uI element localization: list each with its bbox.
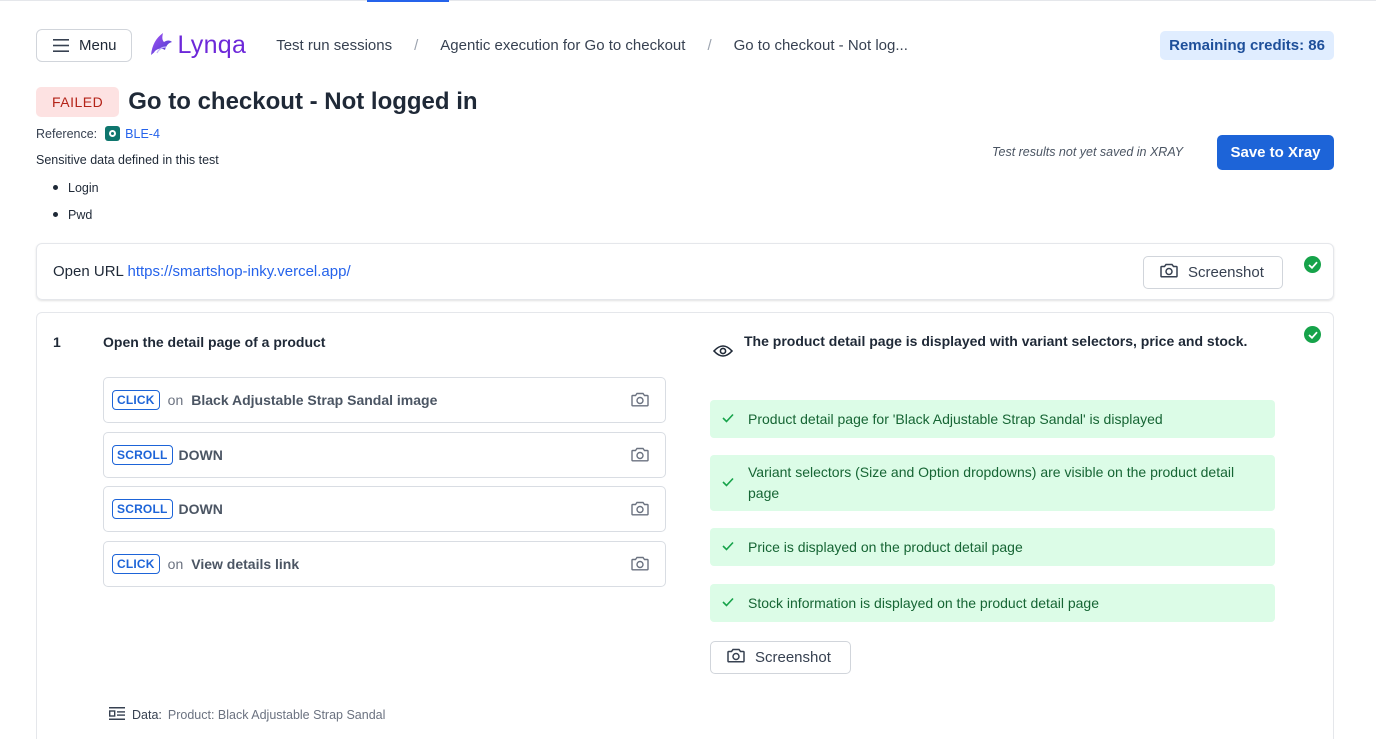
action-target: View details link (191, 556, 300, 572)
assertion-text: Price is displayed on the product detail… (748, 538, 1023, 555)
bullet-icon (53, 185, 58, 190)
camera-icon (1160, 263, 1178, 282)
sensitive-item: Login (68, 180, 99, 195)
camera-icon (727, 648, 745, 667)
list-item: Login (53, 174, 99, 201)
logo[interactable]: Lynqa (148, 29, 247, 62)
data-list-icon (108, 706, 126, 724)
hamburger-icon (53, 38, 69, 52)
checkmark-icon (722, 538, 734, 556)
step-data-row: Data: Product: Black Adjustable Strap Sa… (108, 706, 385, 724)
xray-note: Test results not yet saved in XRAY (992, 145, 1184, 159)
assertion-text: Stock information is displayed on the pr… (748, 594, 1099, 611)
step-card: 1 Open the detail page of a product CLIC… (36, 312, 1334, 739)
reference-id: BLE-4 (125, 126, 160, 141)
action-target: DOWN (178, 501, 223, 517)
open-url-link[interactable]: https://smartshop-inky.vercel.app/ (127, 263, 350, 280)
reference-link[interactable]: BLE-4 (105, 126, 160, 141)
sensitive-item: Pwd (68, 207, 93, 222)
breadcrumb-item-execution[interactable]: Agentic execution for Go to checkout (440, 37, 685, 54)
data-value: Product: Black Adjustable Strap Sandal (167, 708, 386, 722)
camera-icon[interactable] (631, 501, 649, 521)
menu-label: Menu (79, 36, 117, 54)
breadcrumb: Test run sessions / Agentic execution fo… (276, 37, 908, 54)
page-title: Go to checkout - Not logged in (128, 88, 478, 115)
breadcrumb-item-sessions[interactable]: Test run sessions (276, 37, 392, 54)
camera-icon[interactable] (631, 447, 649, 467)
step-title: Open the detail page of a product (103, 334, 326, 350)
data-label: Data: (132, 708, 162, 722)
open-url-label: Open URL (53, 263, 124, 280)
breadcrumb-separator: / (707, 36, 712, 54)
checkmark-icon (722, 594, 734, 612)
breadcrumb-item-current: Go to checkout - Not log... (733, 36, 908, 54)
action-type-tag: CLICK (112, 554, 160, 574)
title-row: FAILED Go to checkout - Not logged in (36, 87, 478, 117)
eye-icon (712, 344, 734, 363)
reference-label: Reference: (36, 126, 98, 141)
action-row: CLICK on View details link (103, 541, 666, 587)
app-header: Menu Lynqa Test run sessions / Agentic e… (36, 28, 1334, 62)
checkmark-icon (722, 410, 734, 428)
assertion-item: Variant selectors (Size and Option dropd… (710, 455, 1275, 511)
action-row: SCROLL DOWN (103, 486, 666, 532)
open-url-card: Open URL https://smartshop-inky.vercel.a… (36, 243, 1334, 300)
assertion-item: Stock information is displayed on the pr… (710, 584, 1275, 622)
check-circle-icon (1304, 326, 1321, 343)
action-type-tag: SCROLL (112, 499, 173, 519)
xray-icon (105, 126, 121, 141)
save-to-xray-button[interactable]: Save to Xray (1217, 135, 1334, 170)
reference-row: Reference: BLE-4 (36, 126, 160, 141)
breadcrumb-separator: / (414, 36, 419, 54)
lynqa-bird-icon (148, 29, 174, 62)
expected-result: The product detail page is displayed wit… (744, 333, 1248, 349)
status-badge: FAILED (36, 87, 120, 117)
assertion-text: Product detail page for 'Black Adjustabl… (748, 410, 1163, 427)
action-target: Black Adjustable Strap Sandal image (191, 392, 438, 408)
action-type-tag: SCROLL (112, 445, 173, 465)
step-number: 1 (53, 334, 61, 350)
screenshot-label: Screenshot (755, 649, 831, 666)
credits-badge: Remaining credits: 86 (1160, 30, 1334, 60)
action-row: SCROLL DOWN (103, 432, 666, 478)
camera-icon[interactable] (631, 392, 649, 412)
active-tab-indicator (367, 0, 449, 2)
action-row: CLICK on Black Adjustable Strap Sandal i… (103, 377, 666, 423)
sensitive-heading: Sensitive data defined in this test (36, 153, 219, 167)
action-on: on (167, 392, 184, 408)
open-url-text: Open URL https://smartshop-inky.vercel.a… (53, 263, 351, 280)
assertion-item: Product detail page for 'Black Adjustabl… (710, 400, 1275, 438)
bullet-icon (53, 212, 58, 217)
list-item: Pwd (53, 201, 99, 228)
camera-icon[interactable] (631, 556, 649, 576)
action-type-tag: CLICK (112, 390, 160, 410)
checkmark-icon (722, 474, 734, 492)
step-screenshot-button[interactable]: Screenshot (710, 641, 851, 674)
menu-button[interactable]: Menu (36, 28, 132, 62)
logo-text: Lynqa (177, 30, 247, 59)
action-target: DOWN (178, 447, 223, 463)
url-screenshot-button[interactable]: Screenshot (1143, 256, 1283, 289)
assertion-text: Variant selectors (Size and Option dropd… (748, 464, 1235, 501)
sensitive-list: Login Pwd (53, 174, 99, 228)
screenshot-label: Screenshot (1188, 264, 1264, 281)
check-circle-icon (1304, 256, 1321, 273)
action-on: on (167, 556, 184, 572)
top-border (0, 0, 1376, 1)
assertion-item: Price is displayed on the product detail… (710, 528, 1275, 566)
